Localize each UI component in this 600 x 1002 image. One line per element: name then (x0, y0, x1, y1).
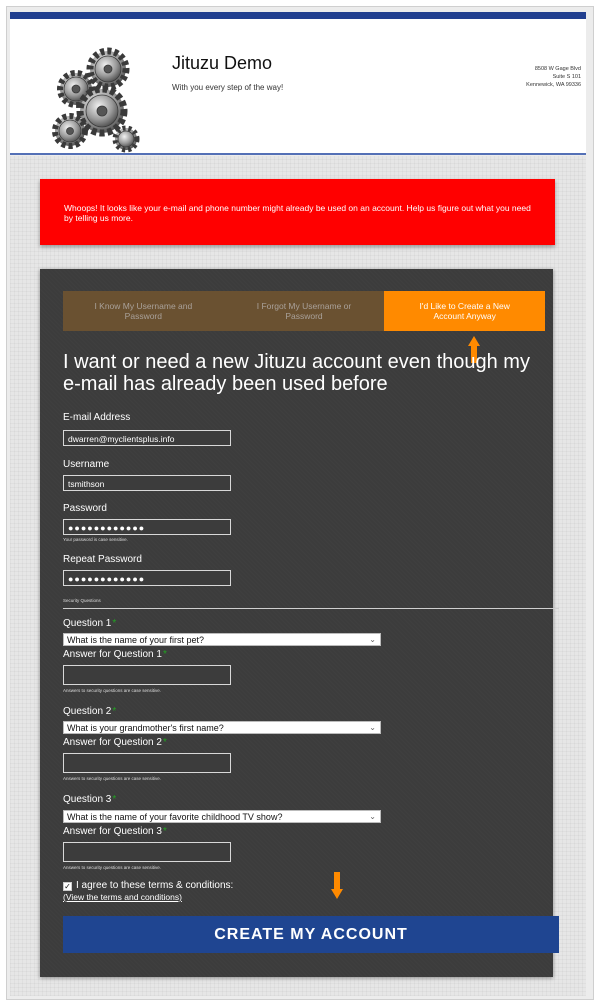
repeat-password-field[interactable]: ●●●●●●●●●●●● (63, 570, 231, 586)
gears-logo (52, 47, 140, 153)
create-account-button[interactable]: CREATE MY ACCOUNT (63, 916, 559, 953)
answer-label-text: Answer for Question 1 (63, 649, 162, 660)
site-title: Jituzu Demo (172, 53, 273, 73)
answer-note: Answers to security questions are case s… (63, 688, 162, 693)
address-line: 8508 W Gage Blvd (534, 66, 581, 72)
question-label-text: Question 3 (63, 794, 112, 805)
tab-know-username[interactable]: I Know My Username and Password (63, 291, 224, 331)
answer-2-field[interactable] (63, 753, 231, 773)
account-panel: I Know My Username and Password I Forgot… (40, 269, 559, 977)
answer-1-label: Answer for Question 1* (63, 649, 167, 660)
orange-arrow-down-icon (331, 872, 343, 900)
question-2-label: Question 2* (63, 706, 116, 717)
site-header: Jituzu Demo With you every step of the w… (10, 12, 586, 155)
page-body: Whoops! It looks like your e-mail and ph… (10, 156, 586, 996)
answer-2-label: Answer for Question 2* (63, 737, 167, 748)
address-block: 8508 W Gage Blvd Suite S 101 Kennewick, … (526, 65, 581, 89)
question-1-label: Question 1* (63, 618, 116, 629)
question-3-select[interactable]: What is the name of your favorite childh… (63, 810, 381, 823)
site-tagline: With you every step of the way! (172, 83, 284, 92)
email-field[interactable]: dwarren@myclientsplus.info (63, 430, 231, 446)
form-headline: I want or need a new Jituzu account even… (63, 351, 530, 395)
address-line: Kennewick, WA 99336 (526, 82, 581, 88)
question-1-select[interactable]: What is the name of your first pet? ⌄ (63, 633, 381, 646)
answer-note: Answers to security questions are case s… (63, 776, 162, 781)
error-alert: Whoops! It looks like your e-mail and ph… (40, 179, 555, 245)
chevron-down-icon: ⌄ (369, 635, 376, 644)
chevron-down-icon: ⌄ (369, 723, 376, 732)
terms-label: I agree to these terms & conditions: (76, 880, 234, 891)
email-label: E-mail Address (63, 412, 131, 423)
select-value: What is the name of your first pet? (67, 635, 205, 645)
answer-1-field[interactable] (63, 665, 231, 685)
address-line: Suite S 101 (552, 74, 581, 80)
tab-bar: I Know My Username and Password I Forgot… (63, 291, 546, 331)
select-value: What is the name of your favorite childh… (67, 812, 283, 822)
answer-label-text: Answer for Question 2 (63, 737, 162, 748)
repeat-password-label: Repeat Password (63, 554, 142, 565)
required-mark: * (112, 794, 117, 805)
answer-note: Answers to security questions are case s… (63, 865, 162, 870)
security-questions-heading: Security Questions (63, 598, 101, 603)
required-mark: * (112, 618, 117, 629)
required-mark: * (112, 706, 117, 717)
alert-message: Whoops! It looks like your e-mail and ph… (64, 203, 531, 223)
question-3-label: Question 3* (63, 794, 116, 805)
username-label: Username (63, 459, 110, 470)
terms-checkbox[interactable]: ✓ (63, 882, 72, 891)
view-terms-link[interactable]: (View the terms and conditions) (63, 892, 182, 902)
divider (63, 608, 559, 609)
tab-forgot-username[interactable]: I Forgot My Username or Password (223, 291, 385, 331)
question-label-text: Question 2 (63, 706, 112, 717)
password-field[interactable]: ●●●●●●●●●●●● (63, 519, 231, 535)
question-label-text: Question 1 (63, 618, 112, 629)
checkmark-icon: ✓ (64, 882, 71, 891)
required-mark: * (162, 649, 167, 660)
password-label: Password (63, 503, 107, 514)
required-mark: * (162, 826, 167, 837)
select-value: What is your grandmother's first name? (67, 723, 224, 733)
tab-create-new-account[interactable]: I'd Like to Create a New Account Anyway (384, 291, 546, 331)
answer-3-label: Answer for Question 3* (63, 826, 167, 837)
required-mark: * (162, 737, 167, 748)
chevron-down-icon: ⌄ (369, 812, 376, 821)
password-note: Your password is case sensitive. (63, 537, 128, 542)
question-2-select[interactable]: What is your grandmother's first name? ⌄ (63, 721, 381, 734)
username-field[interactable]: tsmithson (63, 475, 231, 491)
answer-label-text: Answer for Question 3 (63, 826, 162, 837)
answer-3-field[interactable] (63, 842, 231, 862)
